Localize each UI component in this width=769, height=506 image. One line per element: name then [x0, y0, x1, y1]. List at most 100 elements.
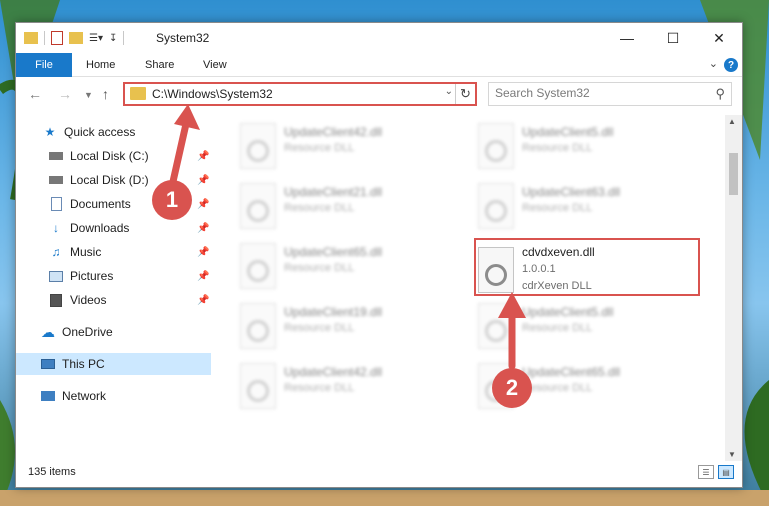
sidebar-item-label: Local Disk (C:) — [70, 149, 149, 163]
scroll-down-icon[interactable]: ▼ — [728, 450, 736, 459]
pin-icon[interactable]: 📌 — [197, 295, 209, 306]
pictures-icon — [48, 268, 64, 284]
window-title: System32 — [156, 31, 210, 45]
sidebar-item-label: OneDrive — [62, 325, 113, 339]
sidebar-item-music[interactable]: ♫ Music 📌 — [16, 241, 211, 263]
sidebar-item-onedrive[interactable]: ☁ OneDrive — [16, 321, 211, 343]
sidebar-item-label: This PC — [62, 357, 105, 371]
file-name: UpdateClient42.dll — [284, 125, 383, 139]
sidebar-item-pictures[interactable]: Pictures 📌 — [16, 265, 211, 287]
file-item[interactable]: UpdateClient42.dll Resource DLL — [212, 119, 432, 173]
up-arrow-icon[interactable]: ↑ — [102, 86, 109, 102]
folder-icon — [24, 32, 38, 44]
large-icons-view-icon[interactable]: ▤ — [718, 465, 734, 479]
pin-icon[interactable]: 📌 — [197, 223, 209, 234]
pin-icon[interactable]: 📌 — [197, 271, 209, 282]
tab-view[interactable]: View — [203, 53, 227, 77]
close-button[interactable]: ✕ — [696, 23, 742, 53]
scroll-up-icon[interactable]: ▲ — [728, 117, 736, 126]
expand-ribbon-icon[interactable]: ⌄ — [709, 57, 718, 70]
tab-home[interactable]: Home — [86, 53, 115, 77]
dll-file-icon — [478, 183, 514, 229]
file-type: Resource DLL — [522, 202, 593, 214]
item-count: 135 items — [28, 466, 76, 478]
search-icon[interactable]: ⚲ — [715, 86, 725, 102]
sidebar-item-this-pc[interactable]: This PC — [16, 353, 211, 375]
file-item[interactable]: UpdateClient42.dll Resource DLL — [212, 359, 432, 413]
navigation-pane: ★ Quick access Local Disk (C:) 📌 Local D… — [16, 115, 211, 461]
search-input[interactable] — [495, 86, 695, 100]
sidebar-item-label: Network — [62, 389, 107, 403]
status-bar: 135 items ☰ ▤ — [16, 459, 742, 487]
back-arrow-icon[interactable]: ← — [28, 86, 42, 102]
search-box[interactable]: ⚲ — [488, 82, 732, 106]
file-item[interactable]: UpdateClient5.dll Resource DLL — [450, 299, 670, 353]
network-icon — [40, 388, 56, 404]
vertical-scrollbar[interactable]: ▲ ▼ — [725, 115, 742, 461]
file-type: Resource DLL — [284, 142, 355, 154]
sidebar-item-videos[interactable]: Videos 📌 — [16, 289, 211, 311]
file-item[interactable]: UpdateClient5.dll Resource DLL — [450, 119, 670, 173]
dll-file-icon — [478, 123, 514, 169]
sidebar-item-network[interactable]: Network — [16, 385, 211, 407]
pin-icon[interactable]: 📌 — [197, 247, 209, 258]
file-name: UpdateClient5.dll — [522, 305, 614, 319]
file-item[interactable]: UpdateClient63.dll Resource DLL — [450, 179, 670, 233]
dll-file-icon — [240, 303, 276, 349]
file-type: Resource DLL — [284, 262, 355, 274]
navigation-bar: ← → ▼ ↑ C:\Windows\System32 ⌄ ↻ ⚲ — [16, 79, 742, 111]
dropdown-arrow-icon[interactable]: ↧ — [109, 33, 117, 44]
properties-icon[interactable] — [51, 31, 63, 45]
sidebar-item-local-disk-c[interactable]: Local Disk (C:) 📌 — [16, 145, 211, 167]
highlight-box-file — [474, 238, 700, 296]
file-item[interactable]: UpdateClient19.dll Resource DLL — [212, 299, 432, 353]
customize-toolbar-icon[interactable]: ☰▾ — [89, 33, 103, 44]
title-bar: ☰▾ ↧ System32 — ☐ ✕ — [16, 23, 742, 53]
file-type: Resource DLL — [522, 382, 593, 394]
dll-file-icon — [478, 303, 514, 349]
file-item[interactable]: UpdateClient21.dll Resource DLL — [212, 179, 432, 233]
ribbon-tabs: File Home Share View ⌄ ? — [16, 53, 742, 77]
file-name: UpdateClient21.dll — [284, 185, 383, 199]
pin-icon[interactable]: 📌 — [197, 151, 209, 162]
videos-icon — [48, 292, 64, 308]
quick-access-toolbar: ☰▾ ↧ — [24, 29, 125, 47]
file-name: UpdateClient5.dll — [522, 125, 614, 139]
refresh-icon[interactable]: ↻ — [455, 84, 475, 104]
sidebar-item-label: Local Disk (D:) — [70, 173, 149, 187]
minimize-button[interactable]: — — [604, 23, 650, 53]
forward-arrow-icon[interactable]: → — [58, 86, 72, 102]
step-badge-1: 1 — [152, 180, 192, 220]
file-type: Resource DLL — [284, 322, 355, 334]
tab-file[interactable]: File — [16, 53, 72, 77]
file-type: Resource DLL — [522, 322, 593, 334]
address-bar[interactable]: C:\Windows\System32 ⌄ ↻ — [123, 82, 477, 106]
dll-file-icon — [240, 243, 276, 289]
file-type: Resource DLL — [284, 202, 355, 214]
file-item[interactable]: UpdateClient65.dll Resource DLL — [450, 359, 670, 413]
new-folder-icon[interactable] — [69, 32, 83, 44]
scroll-thumb[interactable] — [729, 153, 738, 195]
drive-icon — [48, 172, 64, 188]
sidebar-item-downloads[interactable]: ↓ Downloads 📌 — [16, 217, 211, 239]
sidebar-item-label: Music — [70, 245, 102, 259]
pin-icon[interactable]: 📌 — [197, 175, 209, 186]
folder-icon — [130, 87, 146, 100]
pin-icon[interactable]: 📌 — [197, 199, 209, 210]
tab-share[interactable]: Share — [145, 53, 174, 77]
onedrive-icon: ☁ — [41, 323, 55, 340]
star-icon: ★ — [44, 125, 56, 139]
details-view-icon[interactable]: ☰ — [698, 465, 714, 479]
chevron-down-icon[interactable]: ⌄ — [445, 86, 453, 97]
documents-icon — [48, 196, 64, 212]
view-toggle: ☰ ▤ — [698, 465, 734, 479]
file-item[interactable]: UpdateClient65.dll Resource DLL — [212, 239, 432, 293]
sidebar-item-label: Quick access — [64, 125, 136, 139]
sidebar-item-label: Videos — [70, 293, 107, 307]
sidebar-item-quick-access[interactable]: ★ Quick access — [16, 121, 211, 143]
maximize-button[interactable]: ☐ — [650, 23, 696, 53]
help-button[interactable]: ? — [724, 58, 738, 72]
recent-locations-icon[interactable]: ▼ — [84, 90, 93, 100]
file-name: UpdateClient19.dll — [284, 305, 383, 319]
music-icon: ♫ — [51, 245, 61, 259]
